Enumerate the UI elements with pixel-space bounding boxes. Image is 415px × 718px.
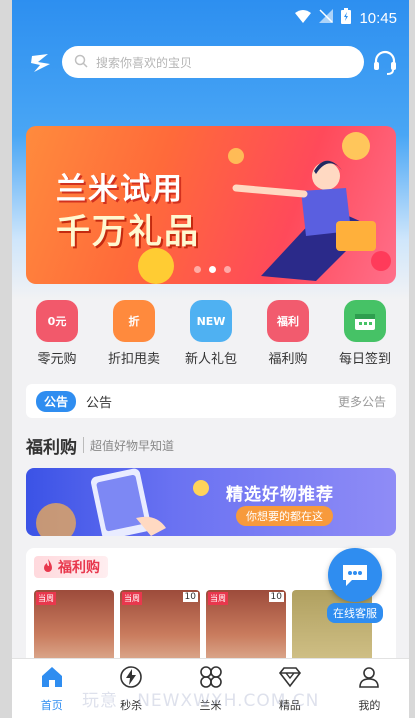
tab-label: 首页 [40, 698, 63, 712]
pager-dot[interactable] [194, 266, 201, 273]
pager-dot[interactable] [224, 266, 231, 273]
welfare-bag-icon: 福利 [267, 300, 309, 342]
quick-entry-label: 福利购 [268, 352, 308, 367]
search-icon [74, 54, 88, 71]
promo-banner[interactable]: 兰米试用 千万礼品 [26, 126, 396, 284]
notice-bar[interactable]: 公告 公告 更多公告 [26, 384, 396, 418]
welfare-card-label: 福利购 [58, 560, 100, 576]
phone-screen: 10:45 搜索你喜欢的宝贝 兰米试用 千万礼品 0元 零元购 折 折扣甩卖 N… [12, 0, 409, 718]
quick-entry-discount[interactable]: 折 折扣甩卖 [99, 300, 169, 370]
quick-entry-newcomer[interactable]: NEW 新人礼包 [176, 300, 246, 370]
phone-hand-illustration [36, 468, 209, 536]
quick-entry-label: 每日签到 [338, 352, 391, 367]
product-count: 10 [182, 592, 198, 602]
headset-icon[interactable] [371, 48, 399, 76]
featured-goods-subtitle: 你想要的都在这 [236, 506, 333, 526]
more-notices-link[interactable]: 更多公告 [338, 393, 386, 410]
flame-icon [42, 558, 54, 577]
section-subtitle: 超值好物早知道 [90, 438, 175, 453]
quick-entry-row: 0元 零元购 折 折扣甩卖 NEW 新人礼包 福利 福利购 每日签到 [22, 300, 400, 370]
status-time: 10:45 [359, 9, 397, 27]
banner-pager [194, 266, 231, 273]
pager-dot-active[interactable] [209, 266, 216, 273]
product-badge: 当周 [122, 592, 142, 605]
quick-entry-zero-yuan[interactable]: 0元 零元购 [22, 300, 92, 370]
chat-bubble-icon [328, 548, 382, 602]
wifi-icon [295, 9, 312, 27]
user-icon [357, 665, 381, 693]
section-divider [83, 437, 84, 453]
featured-goods-banner[interactable]: 精选好物推荐 你想要的都在这 [26, 468, 396, 536]
gift-box-icon: NEW [190, 300, 232, 342]
online-service-label: 在线客服 [327, 603, 383, 623]
zero-yuan-icon: 0元 [36, 300, 78, 342]
tab-home[interactable]: 首页 [12, 659, 91, 718]
featured-goods-title: 精选好物推荐 [226, 485, 334, 505]
tab-label: 我的 [358, 698, 381, 712]
online-service-button[interactable]: 在线客服 [318, 548, 392, 623]
calendar-icon [344, 300, 386, 342]
top-bar: 搜索你喜欢的宝贝 [12, 44, 409, 80]
quick-entry-welfare[interactable]: 福利 福利购 [253, 300, 323, 370]
search-placeholder: 搜索你喜欢的宝贝 [96, 55, 193, 70]
discount-tag-icon: 折 [113, 300, 155, 342]
quick-entry-checkin[interactable]: 每日签到 [330, 300, 400, 370]
banner-subtitle: 千万礼品 [56, 212, 200, 252]
app-logo-icon[interactable] [28, 50, 54, 76]
tab-mine[interactable]: 我的 [330, 659, 409, 718]
home-icon [40, 665, 64, 693]
banner-title: 兰米试用 [56, 172, 184, 207]
no-signal-icon [319, 9, 334, 27]
product-badge: 当周 [36, 592, 56, 605]
product-badge: 当周 [208, 592, 228, 605]
quick-entry-label: 新人礼包 [184, 352, 237, 367]
section-title: 福利购 [26, 437, 77, 458]
watermark: 玩意 · NEWXWXH.COM.CN [82, 691, 320, 711]
product-count: 10 [268, 592, 284, 602]
notice-tag: 公告 [36, 390, 77, 412]
section-header: 福利购 超值好物早知道 [26, 432, 174, 458]
notice-text: 公告 [86, 395, 113, 411]
quick-entry-label: 零元购 [37, 352, 77, 367]
status-bar: 10:45 [12, 0, 409, 34]
quick-entry-label: 折扣甩卖 [107, 352, 160, 367]
search-input[interactable]: 搜索你喜欢的宝贝 [62, 46, 364, 78]
welfare-card-header: 福利购 [34, 556, 108, 578]
battery-icon [341, 8, 352, 28]
